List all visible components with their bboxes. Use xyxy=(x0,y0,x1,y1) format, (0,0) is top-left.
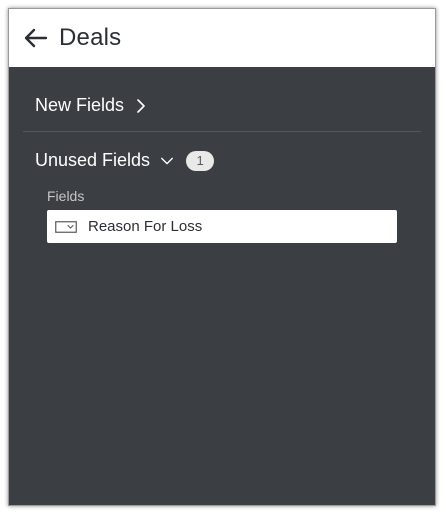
panel-header: Deals xyxy=(9,9,435,67)
new-fields-title: New Fields xyxy=(35,95,125,115)
field-item-reason-for-loss[interactable]: Reason For Loss xyxy=(47,210,397,243)
app-frame: Deals New Fields Unused Fields 1 Fields xyxy=(0,0,446,515)
chevron-down-icon xyxy=(160,154,174,168)
arrow-left-icon[interactable] xyxy=(23,25,49,51)
page-title: Deals xyxy=(59,24,122,51)
field-label: Reason For Loss xyxy=(88,218,203,235)
dropdown-field-icon xyxy=(55,220,77,234)
fields-label: Fields xyxy=(47,188,85,204)
section-divider xyxy=(23,131,421,132)
new-fields-section[interactable]: New Fields xyxy=(35,95,421,116)
fields-panel: Deals New Fields Unused Fields 1 Fields xyxy=(8,8,436,506)
unused-fields-section[interactable]: Unused Fields 1 xyxy=(35,150,421,171)
unused-fields-title: Unused Fields xyxy=(35,150,151,170)
chevron-right-icon xyxy=(134,98,148,113)
unused-count-badge: 1 xyxy=(186,150,215,171)
